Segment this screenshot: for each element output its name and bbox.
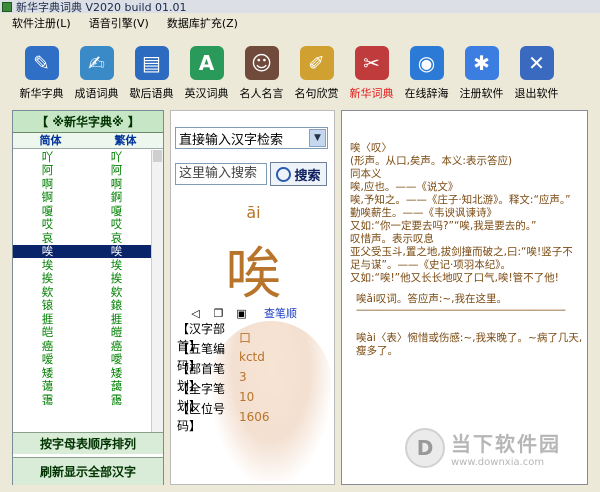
toolbar-button-label: 成语词典: [74, 87, 119, 100]
watermark-logo-icon: D: [405, 428, 445, 468]
watermark-title: 当下软件园: [451, 432, 561, 456]
stroke-order-link[interactable]: 查笔顺: [264, 305, 297, 321]
print-icon[interactable]: ▣: [235, 307, 248, 320]
portrait-icon: ☺: [244, 46, 279, 80]
hand-book-icon: ✍: [79, 46, 114, 80]
toolbar-button-label: 注册软件: [459, 87, 504, 100]
toolbar-button-label: 新华字典: [19, 87, 64, 100]
pinyin: āi: [246, 203, 261, 222]
character-detail-panel: 直接输入汉字检索 ▼ 这里输入搜索 搜索 āi 唉 ◁ ❐ ▣ 查笔顺 【汉字部…: [170, 110, 335, 485]
scroll-icon: ✂: [354, 46, 389, 80]
registration-icon: ✱: [464, 46, 499, 80]
menu-item-database[interactable]: 数据库扩充(Z): [167, 15, 238, 31]
traditional-char: 靄: [110, 392, 123, 407]
toolbar-button-1[interactable]: ✍ 成语词典: [69, 40, 124, 102]
toolbar-button-5[interactable]: ✐ 名句欣赏: [289, 40, 344, 102]
simplified-char: 霭: [41, 392, 54, 407]
toolbar-button-4[interactable]: ☺ 名人名言: [234, 40, 289, 102]
column-traditional[interactable]: 繁体: [88, 133, 163, 148]
column-simplified[interactable]: 简体: [13, 133, 88, 148]
toolbar-button-label: 歇后语典: [129, 87, 174, 100]
chevron-down-icon[interactable]: ▼: [309, 129, 326, 147]
toolbar-button-label: 在线辞海: [404, 87, 449, 100]
search-mode-select[interactable]: 直接输入汉字检索 ▼: [175, 127, 328, 149]
exit-icon: ✕: [519, 46, 554, 80]
app-window: 新华字典词典 V2020 build 01.01 软件注册(L) 语音引擎(V)…: [0, 0, 600, 492]
search-button-label: 搜索: [294, 168, 321, 184]
list-panel-title: 【 ※新华字典※ 】: [13, 111, 163, 133]
globe-book-icon: A: [189, 46, 224, 80]
notepad-icon: ✐: [299, 46, 334, 80]
big-character: 唉: [225, 242, 282, 307]
toolbar-button-8[interactable]: ✱ 注册软件: [454, 40, 509, 102]
definition-expression: 唉ài〈表〉惋惜或伤感:~,我来晚了。~病了几天,瘦多了。: [356, 332, 583, 357]
toolbar: ✎ 新华字典 ✍ 成语词典 ▤ 歇后语典 A 英汉词典 ☺ 名人名言 ✐ 名句欣赏 ✂ 新华词典 ◉ 在线辞海…: [12, 40, 588, 102]
toolbar-button-label: 名句欣赏: [294, 87, 339, 100]
toolbar-button-0[interactable]: ✎ 新华字典: [14, 40, 69, 102]
info-value: 口: [239, 330, 252, 345]
menu-item-voice-engine[interactable]: 语音引擎(V): [89, 15, 149, 31]
globe-icon: ◉: [409, 46, 444, 80]
toolbar-button-3[interactable]: A 英汉词典: [179, 40, 234, 102]
list-item[interactable]: 霭靄: [13, 393, 151, 407]
info-key: 【区位号码】: [177, 402, 226, 433]
book-icon: ▤: [134, 46, 169, 80]
speaker-icon[interactable]: ◁: [189, 307, 202, 320]
list-column-headers: 简体 繁体: [13, 133, 163, 149]
info-row: 【区位号码】 1606: [177, 402, 317, 433]
book-pen-icon: ✎: [24, 46, 59, 80]
definition-main: 唉〈叹〉 (形声。从口,矣声。本义:表示答应) 同本义 唉,应也。——《说文》 …: [350, 142, 573, 284]
toolbar-button-label: 英汉词典: [184, 87, 229, 100]
scrollbar-thumb[interactable]: [153, 150, 162, 162]
info-value: 1606: [239, 410, 270, 424]
menu-bar: 软件注册(L) 语音引擎(V) 数据库扩充(Z): [0, 14, 600, 32]
search-mode-value: 直接输入汉字检索: [179, 132, 284, 148]
toolbar-button-label: 名人名言: [239, 87, 284, 100]
list-scrollbar[interactable]: [151, 150, 163, 432]
window-title: 新华字典词典 V2020 build 01.01: [16, 0, 187, 14]
watermark-url: www.downxia.com: [451, 457, 545, 468]
menu-item-register[interactable]: 软件注册(L): [12, 15, 71, 31]
toolbar-button-label: 退出软件: [514, 87, 559, 100]
character-info: 【汉字部首】口【五笔编码】 kctd 【部首笔划】 3 【全字笔划】 10 【区位号码】 16…: [177, 322, 317, 433]
app-icon: [2, 1, 12, 12]
magnifier-icon: [276, 166, 292, 182]
character-list-panel: 【 ※新华字典※ 】 简体 繁体 吖吖阿阿啊啊锕錒嗄嗄哎哎哀哀唉唉埃埃挨挨欸欸锿…: [12, 110, 164, 485]
copy-icon[interactable]: ❐: [212, 307, 225, 320]
character-tools: ◁ ❐ ▣ 查笔顺: [189, 305, 329, 321]
character-list[interactable]: 吖吖阿阿啊啊锕錒嗄嗄哎哎哀哀唉唉埃埃挨挨欸欸锿鎄捱捱皑皚癌癌嗳噯矮矮蔼藹霭靄: [13, 150, 151, 432]
refresh-all-button[interactable]: 刷新显示全部汉字: [13, 457, 163, 485]
toolbar-button-6[interactable]: ✂ 新华词典: [344, 40, 399, 102]
info-value: 3: [239, 370, 247, 384]
sort-alphabetical-button[interactable]: 按字母表顺序排列: [13, 432, 163, 454]
definition-interjection: 唉ǎi叹词。答应声:~,我在这里。: [356, 293, 508, 305]
info-value: 10: [239, 390, 255, 404]
search-button[interactable]: 搜索: [270, 162, 327, 186]
title-bar: 新华字典词典 V2020 build 01.01: [0, 0, 600, 14]
toolbar-button-label: 新华词典: [349, 87, 394, 100]
watermark: D 当下软件园 www.downxia.com: [405, 418, 595, 478]
info-value: kctd: [239, 350, 265, 364]
toolbar-button-2[interactable]: ▤ 歇后语典: [124, 40, 179, 102]
search-input[interactable]: 这里输入搜索: [175, 163, 267, 185]
toolbar-button-7[interactable]: ◉ 在线辞海: [399, 40, 454, 102]
toolbar-button-9[interactable]: ✕ 退出软件: [509, 40, 564, 102]
